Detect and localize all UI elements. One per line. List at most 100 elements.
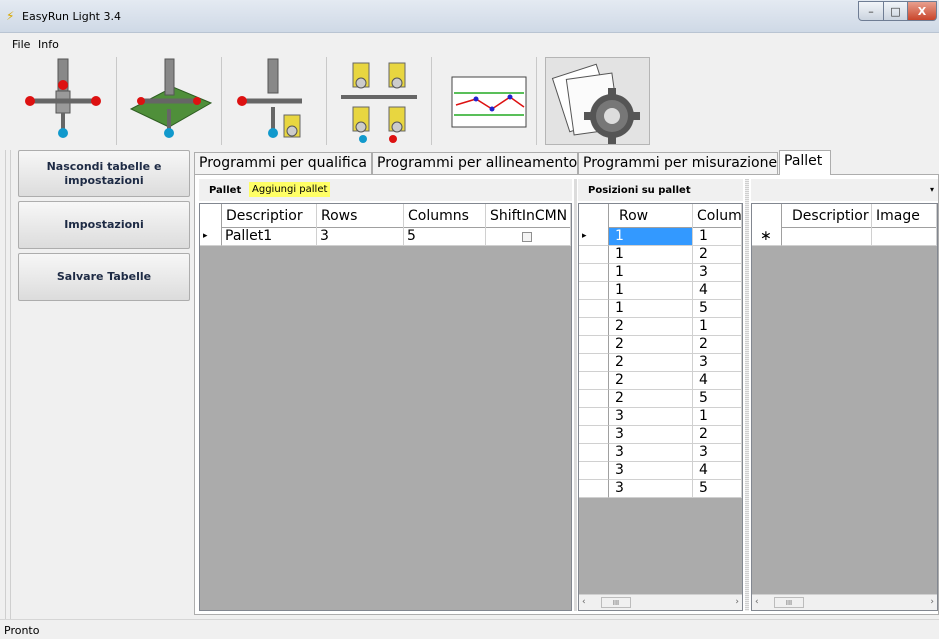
scroll-left-icon[interactable]: ‹	[755, 597, 759, 607]
menu-file[interactable]: File	[12, 38, 30, 51]
col-columns[interactable]: Columns	[404, 204, 486, 228]
col-shift[interactable]: ShiftInCMN	[486, 204, 571, 228]
table-row[interactable]: ▸ 1 1	[579, 228, 742, 246]
row-header[interactable]	[579, 354, 609, 372]
cell-column[interactable]: 5	[693, 480, 742, 498]
cell-column[interactable]: 1	[693, 228, 742, 246]
cell-row[interactable]: 3	[609, 444, 693, 462]
col-column[interactable]: Colum	[693, 204, 742, 228]
row-header[interactable]	[579, 480, 609, 498]
table-row[interactable]: 25	[579, 390, 742, 408]
overflow-icon[interactable]: ▾	[930, 185, 934, 194]
row-header[interactable]	[579, 426, 609, 444]
scroll-left-icon[interactable]: ‹	[582, 597, 586, 607]
minimize-button[interactable]: –	[858, 1, 884, 21]
table-row[interactable]: 33	[579, 444, 742, 462]
menu-info[interactable]: Info	[38, 38, 59, 51]
table-row[interactable]: 24	[579, 372, 742, 390]
probe-measure-button[interactable]	[222, 57, 327, 145]
cell-columns[interactable]: 5	[404, 228, 486, 246]
scroll-right-icon[interactable]: ›	[735, 597, 739, 607]
table-row[interactable]: 34	[579, 462, 742, 480]
hide-tables-button[interactable]: Nascondi tabelle e impostazioni	[18, 150, 190, 197]
cell-column[interactable]: 2	[693, 426, 742, 444]
cell-row[interactable]: 2	[609, 318, 693, 336]
cell-row[interactable]: 1	[609, 300, 693, 318]
maximize-button[interactable]: □	[883, 1, 908, 21]
table-row[interactable]: 15	[579, 300, 742, 318]
row-header[interactable]	[579, 390, 609, 408]
cell-row[interactable]: 1	[609, 264, 693, 282]
cell-rows[interactable]: 3	[317, 228, 404, 246]
table-row[interactable]: 32	[579, 426, 742, 444]
title-bar[interactable]: ⚡ EasyRun Light 3.4 – □ X	[0, 0, 939, 33]
row-header[interactable]	[579, 444, 609, 462]
scroll-thumb[interactable]: III	[601, 597, 631, 608]
col-rows[interactable]: Rows	[317, 204, 404, 228]
cell-row[interactable]: 1	[609, 282, 693, 300]
positions-hscroll[interactable]: ‹ III ›	[579, 594, 742, 610]
cell-image[interactable]	[872, 228, 937, 246]
multi-probe-button[interactable]	[327, 57, 432, 145]
cell-column[interactable]: 4	[693, 282, 742, 300]
cell-column[interactable]: 2	[693, 246, 742, 264]
cell-column[interactable]: 1	[693, 408, 742, 426]
tab-align[interactable]: Programmi per allineamento	[372, 152, 578, 174]
cell-column[interactable]: 3	[693, 354, 742, 372]
table-row[interactable]: 23	[579, 354, 742, 372]
col-img-description[interactable]: Descriptior	[782, 204, 872, 228]
row-header[interactable]	[579, 300, 609, 318]
cell-row[interactable]: 1	[609, 246, 693, 264]
scroll-right-icon[interactable]: ›	[930, 597, 934, 607]
cell-column[interactable]: 4	[693, 372, 742, 390]
grid-splitter-2[interactable]	[745, 179, 749, 611]
chart-button[interactable]	[432, 57, 537, 145]
probe-qualify-button[interactable]	[12, 57, 117, 145]
pallet-grid[interactable]: Descriptior Rows Columns ShiftInCMN ▸ Pa…	[199, 203, 572, 611]
row-header[interactable]	[579, 336, 609, 354]
new-row[interactable]: ∗	[752, 228, 937, 246]
table-row[interactable]: 14	[579, 282, 742, 300]
cell-row[interactable]: 3	[609, 408, 693, 426]
images-hscroll[interactable]: ‹ III ›	[752, 594, 937, 610]
cell-row[interactable]: 2	[609, 354, 693, 372]
cell-description[interactable]: Pallet1	[222, 228, 317, 246]
cell-row[interactable]: 2	[609, 372, 693, 390]
cell-column[interactable]: 5	[693, 390, 742, 408]
row-header[interactable]	[579, 462, 609, 480]
cell-column[interactable]: 2	[693, 336, 742, 354]
cell-row[interactable]: 2	[609, 336, 693, 354]
cell-column[interactable]: 4	[693, 462, 742, 480]
tab-pallet[interactable]: Pallet	[779, 150, 831, 175]
table-row[interactable]: 12	[579, 246, 742, 264]
cell-column[interactable]: 3	[693, 264, 742, 282]
close-button[interactable]: X	[907, 1, 937, 21]
cell-row[interactable]: 3	[609, 480, 693, 498]
cell-column[interactable]: 5	[693, 300, 742, 318]
grid-splitter-1[interactable]	[574, 179, 577, 611]
scroll-thumb[interactable]: III	[774, 597, 804, 608]
table-row[interactable]: 31	[579, 408, 742, 426]
probe-align-button[interactable]	[117, 57, 222, 145]
add-pallet-button[interactable]: Aggiungi pallet	[249, 182, 331, 197]
table-row[interactable]: ▸ Pallet1 3 5	[200, 228, 571, 246]
cell-column[interactable]: 3	[693, 444, 742, 462]
row-header[interactable]	[579, 264, 609, 282]
table-row[interactable]: 21	[579, 318, 742, 336]
cell-row[interactable]: 3	[609, 426, 693, 444]
col-description[interactable]: Descriptior	[222, 204, 317, 228]
row-header[interactable]	[579, 246, 609, 264]
tab-measure[interactable]: Programmi per misurazione	[578, 152, 778, 174]
col-image[interactable]: Image	[872, 204, 937, 228]
row-header[interactable]	[579, 408, 609, 426]
table-row[interactable]: 35	[579, 480, 742, 498]
cell-row[interactable]: 1	[609, 228, 693, 246]
row-header[interactable]: ▸	[579, 228, 609, 246]
settings-gear-button[interactable]	[545, 57, 650, 145]
save-tables-button[interactable]: Salvare Tabelle	[18, 253, 190, 301]
tab-qualify[interactable]: Programmi per qualifica	[194, 152, 372, 174]
row-header[interactable]	[579, 282, 609, 300]
table-row[interactable]: 13	[579, 264, 742, 282]
settings-button[interactable]: Impostazioni	[18, 201, 190, 249]
table-row[interactable]: 22	[579, 336, 742, 354]
